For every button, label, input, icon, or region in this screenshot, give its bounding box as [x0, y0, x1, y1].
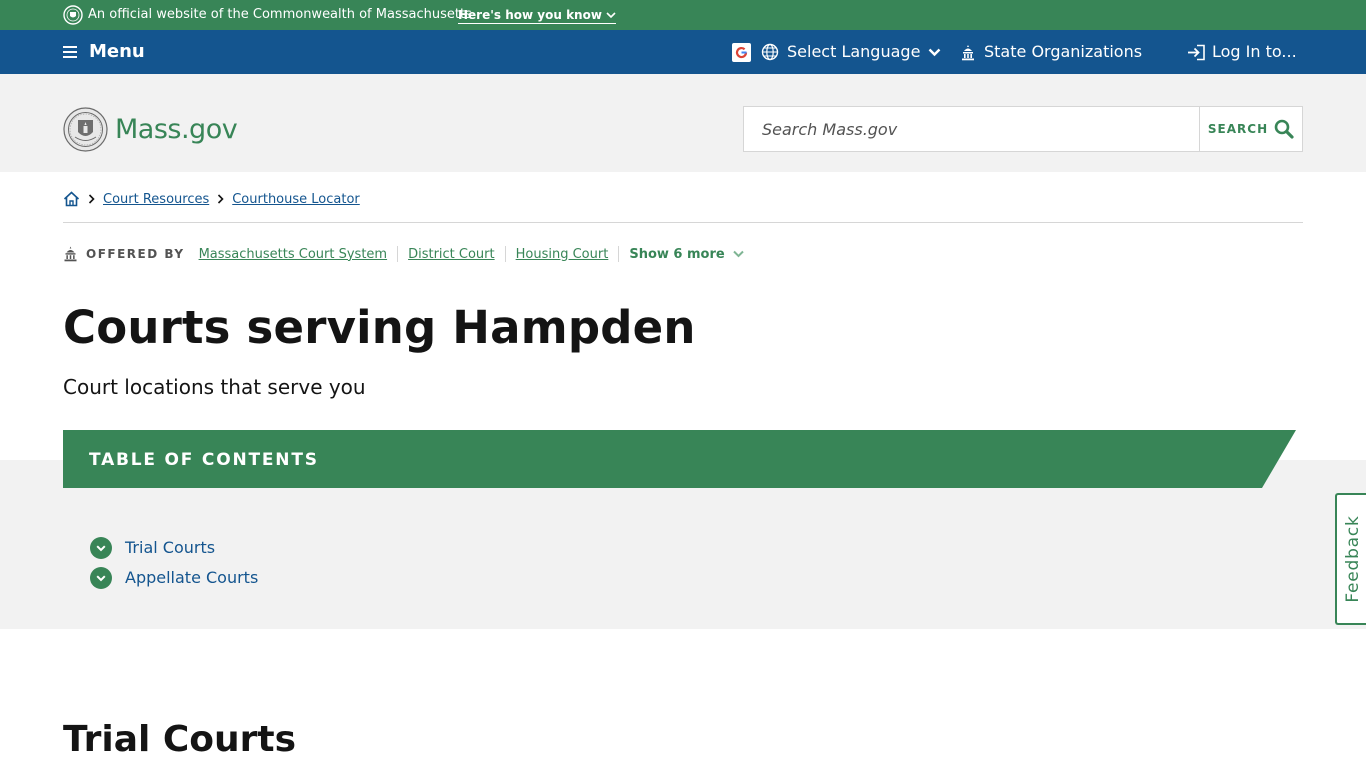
feedback-tab[interactable]: Feedback	[1335, 493, 1366, 625]
page-title: Courts serving Hampden	[63, 301, 696, 354]
show-more-label: Show 6 more	[629, 246, 725, 262]
offered-by-label: OFFERED BY	[86, 247, 185, 261]
section-title-trial-courts: Trial Courts	[63, 719, 297, 760]
menu-label: Menu	[89, 41, 145, 62]
chevron-right-icon	[217, 194, 224, 204]
home-icon[interactable]	[63, 191, 80, 207]
toc-item-label: Appellate Courts	[125, 568, 259, 587]
state-organizations-button[interactable]: State Organizations	[960, 42, 1142, 62]
login-label: Log In to...	[1212, 42, 1297, 61]
search-button-label: SEARCH	[1207, 122, 1269, 136]
how-you-know-label: Here's how you know	[458, 8, 602, 22]
toc-item-label: Trial Courts	[125, 538, 216, 557]
how-you-know-link[interactable]: Here's how you know	[458, 7, 616, 24]
state-organizations-label: State Organizations	[984, 42, 1143, 61]
seal-icon	[63, 5, 83, 25]
toc-item-appellate-courts[interactable]: Appellate Courts	[90, 567, 258, 589]
breadcrumb-court-resources[interactable]: Court Resources	[103, 192, 209, 207]
search-icon	[1274, 119, 1294, 139]
building-icon	[962, 44, 974, 60]
search-form: SEARCH	[743, 106, 1303, 152]
org-link-housing-court[interactable]: Housing Court	[516, 247, 609, 262]
official-text: An official website of the Commonwealth …	[88, 7, 472, 22]
circle-chevron-down-icon	[90, 537, 112, 559]
site-logo[interactable]: Mass.gov	[63, 107, 238, 152]
circle-chevron-down-icon	[90, 567, 112, 589]
toc-heading-bar: TABLE OF CONTENTS	[63, 430, 1296, 488]
official-banner: An official website of the Commonwealth …	[0, 0, 1366, 30]
org-link-massachusetts-court-system[interactable]: Massachusetts Court System	[199, 247, 388, 262]
divider	[397, 246, 399, 262]
utility-nav: Menu Select Language State Organizations	[0, 30, 1366, 74]
breadcrumb: Court Resources Courthouse Locator	[63, 191, 360, 207]
show-more-button[interactable]: Show 6 more	[629, 246, 744, 262]
globe-icon	[761, 43, 779, 61]
chevron-down-icon	[606, 12, 616, 19]
divider	[618, 246, 620, 262]
language-selector[interactable]: Select Language	[732, 42, 941, 62]
divider	[504, 246, 506, 262]
offered-by: OFFERED BY Massachusetts Court System Di…	[63, 245, 744, 263]
chevron-right-icon	[88, 194, 95, 204]
search-button[interactable]: SEARCH	[1199, 107, 1302, 151]
language-label: Select Language	[787, 42, 921, 61]
massachusetts-seal-icon	[63, 107, 108, 152]
chevron-down-icon	[732, 250, 744, 258]
menu-button[interactable]: Menu	[63, 41, 145, 63]
hamburger-icon	[63, 46, 77, 58]
site-name: Mass.gov	[115, 113, 238, 145]
toc-heading: TABLE OF CONTENTS	[89, 450, 319, 470]
toc-item-trial-courts[interactable]: Trial Courts	[90, 537, 215, 559]
google-translate-icon	[732, 42, 751, 62]
building-icon	[64, 246, 77, 262]
org-link-district-court[interactable]: District Court	[408, 247, 495, 262]
page-subtitle: Court locations that serve you	[63, 375, 366, 399]
breadcrumb-courthouse-locator[interactable]: Courthouse Locator	[232, 192, 360, 207]
breadcrumb-divider	[63, 222, 1303, 223]
site-header: Mass.gov SEARCH	[0, 74, 1366, 172]
login-button[interactable]: Log In to...	[1187, 42, 1297, 62]
search-input[interactable]	[744, 107, 1199, 151]
feedback-label: Feedback	[1343, 515, 1363, 603]
chevron-down-icon	[929, 48, 941, 56]
login-icon	[1188, 44, 1205, 60]
